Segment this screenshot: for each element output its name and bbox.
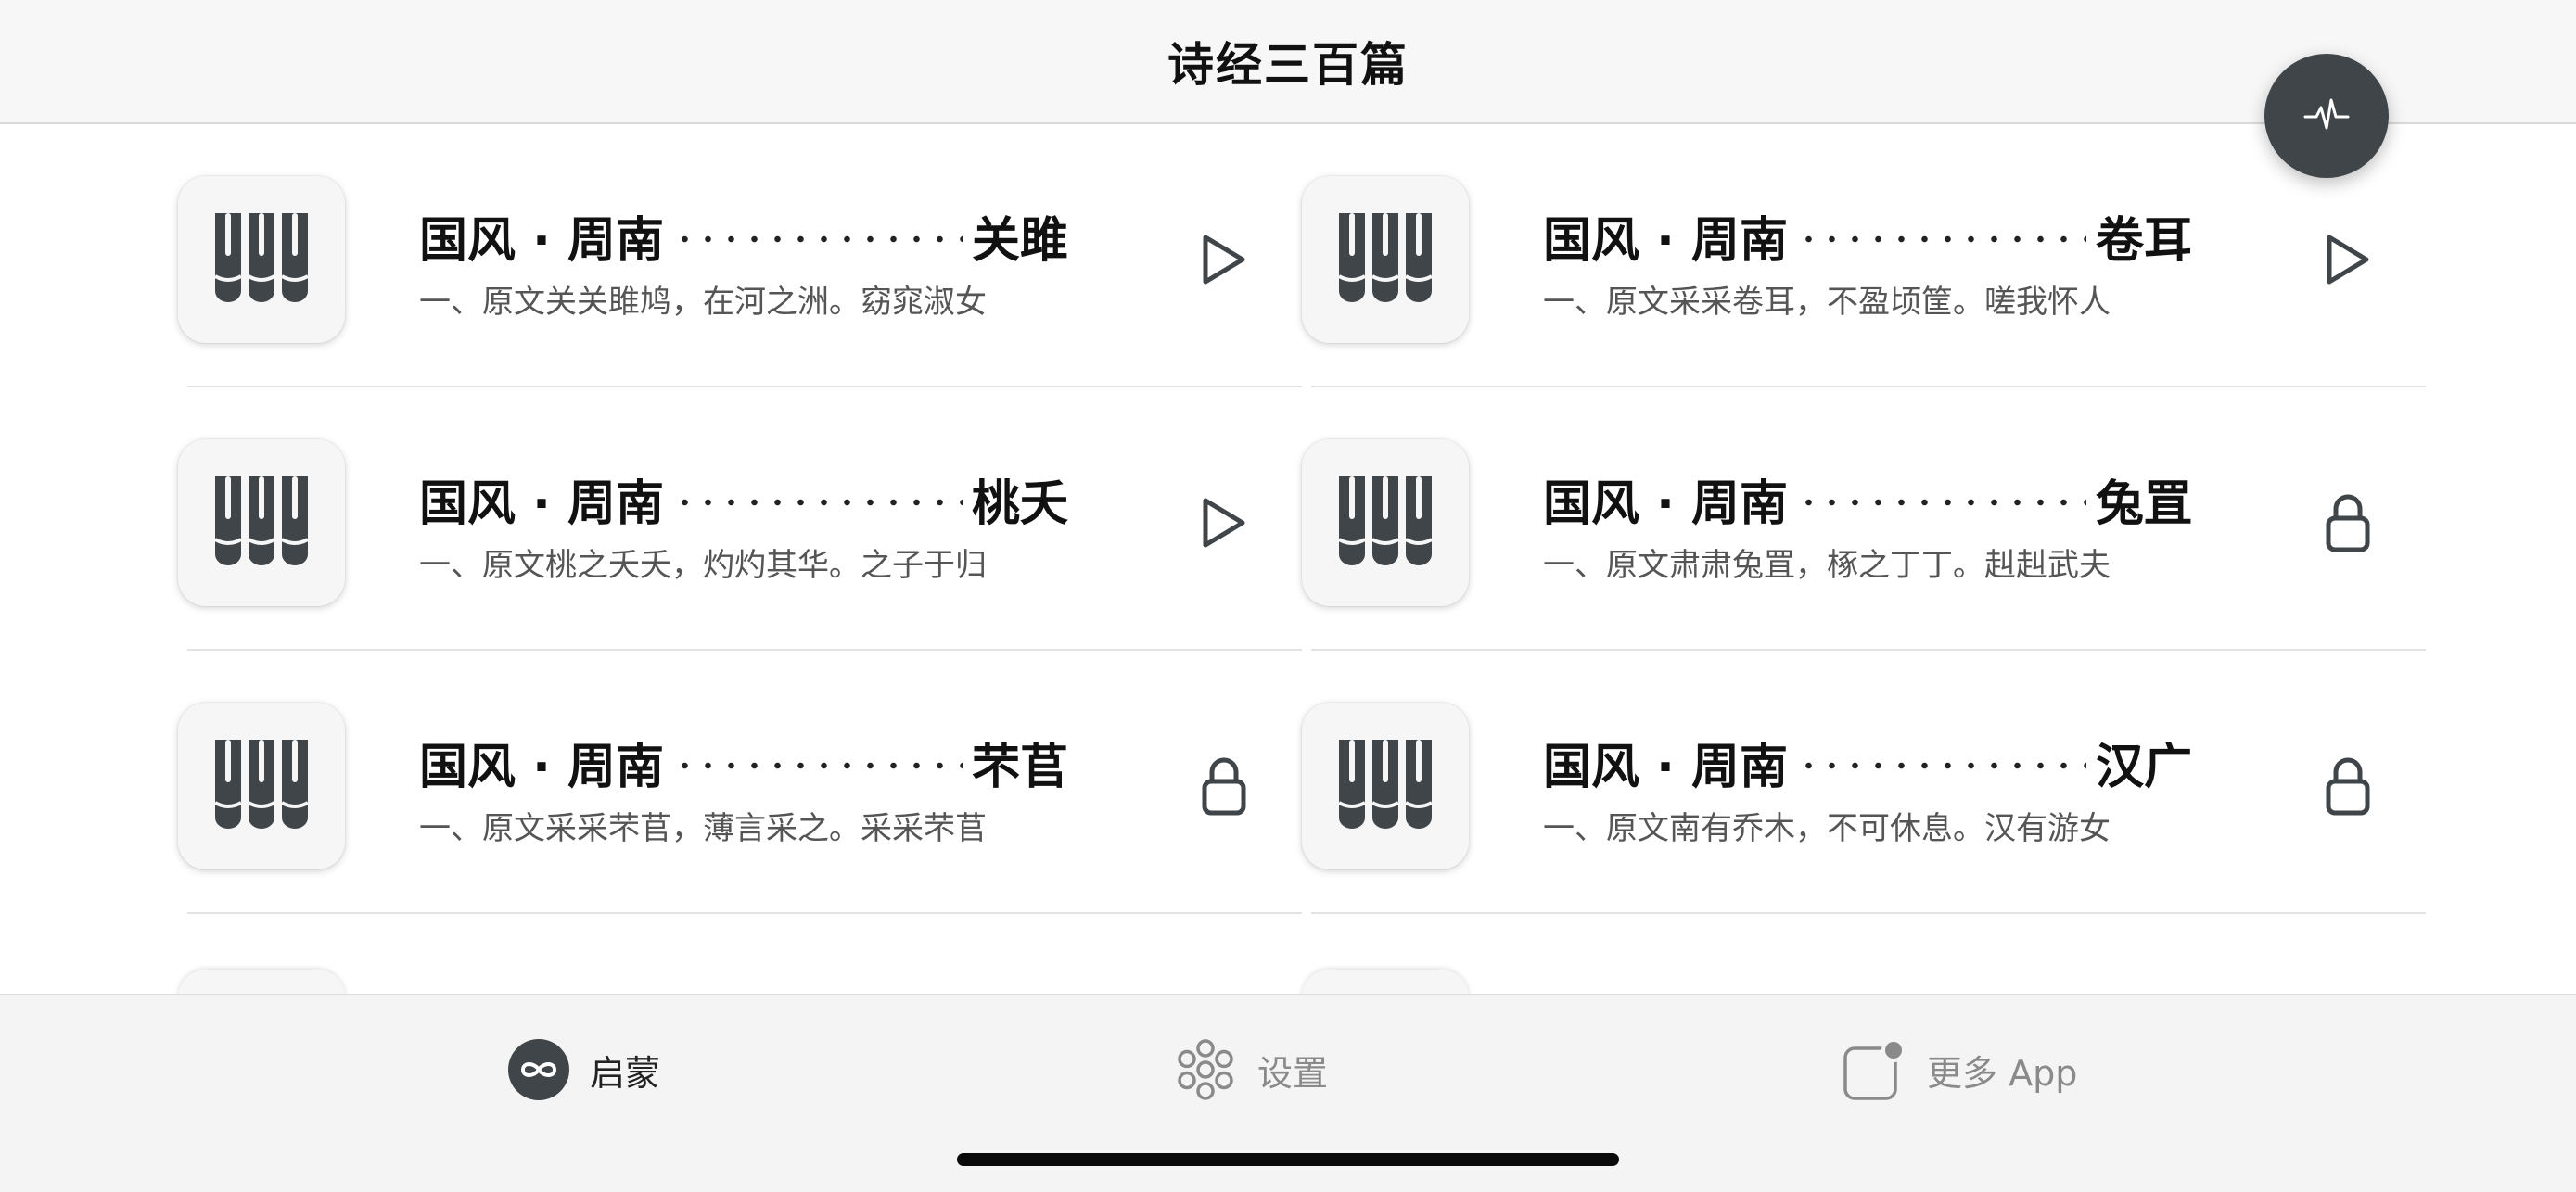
- dot-leader: [672, 762, 963, 769]
- locked-button[interactable]: [1187, 749, 1261, 823]
- book-thumbnail: [178, 176, 345, 343]
- dot-leader: [1796, 499, 2086, 506]
- poem-title: 国风 · 周南 汉广: [1543, 732, 2192, 795]
- tab-label: 更多 App: [1927, 1052, 2078, 1094]
- poem-excerpt: 一、原文南有乔木，不可休息。汉有游女: [1543, 810, 2111, 847]
- books-icon: [215, 740, 308, 829]
- tab-label: 设置: [1257, 1052, 1329, 1094]
- play-icon: [1203, 235, 1245, 285]
- book-thumbnail-partial[interactable]: [178, 970, 345, 994]
- flower-icon: [1178, 1039, 1233, 1100]
- tab-qimeng[interactable]: 启蒙: [508, 1033, 660, 1107]
- page-title: 诗经三百篇: [1167, 38, 1409, 92]
- list-item[interactable]: 国风 · 周南 芣苢 一、原文采采芣苢，薄言采之。采采芣苢: [178, 651, 1302, 914]
- book-thumbnail-partial[interactable]: [1302, 970, 1469, 994]
- poem-excerpt: 一、原文采采卷耳，不盈顷筐。嗟我怀人: [1543, 284, 2111, 321]
- poem-title: 国风 · 周南 卷耳: [1543, 206, 2192, 269]
- book-thumbnail: [1302, 176, 1469, 343]
- poem-title: 国风 · 周南 桃夭: [419, 469, 1068, 532]
- lock-icon: [1202, 757, 1246, 816]
- poem-name: 汉广: [2095, 739, 2192, 795]
- poem-category: 国风 · 周南: [419, 212, 664, 269]
- tab-more-apps[interactable]: 更多 App: [1842, 1033, 2077, 1107]
- dot-leader: [672, 499, 963, 506]
- books-icon: [215, 213, 308, 302]
- list-item[interactable]: 国风 · 周南 桃夭 一、原文桃之夭夭，灼灼其华。之子于归: [178, 387, 1302, 651]
- book-thumbnail: [178, 439, 345, 606]
- poem-title: 国风 · 周南 关雎: [419, 206, 1068, 269]
- dot-leader: [1796, 762, 2086, 769]
- dot-leader: [672, 235, 963, 243]
- locked-button[interactable]: [2311, 749, 2385, 823]
- play-icon: [2327, 235, 2369, 285]
- activity-button[interactable]: [2264, 54, 2389, 178]
- poem-excerpt: 一、原文关关雎鸠，在河之洲。窈窕淑女: [419, 284, 987, 321]
- list-item[interactable]: 国风 · 周南 兔罝 一、原文肃肃兔罝，椓之丁丁。赳赳武夫: [1302, 387, 2426, 651]
- poem-excerpt: 一、原文桃之夭夭，灼灼其华。之子于归: [419, 547, 987, 584]
- play-icon: [1203, 498, 1245, 548]
- list-item[interactable]: 国风 · 周南 关雎 一、原文关关雎鸠，在河之洲。窈窕淑女: [178, 124, 1302, 387]
- play-button[interactable]: [1187, 222, 1261, 297]
- pulse-icon: [2303, 98, 2350, 130]
- list-item[interactable]: 国风 · 周南 汉广 一、原文南有乔木，不可休息。汉有游女: [1302, 651, 2426, 914]
- poem-category: 国风 · 周南: [419, 476, 664, 532]
- poem-title: 国风 · 周南 芣苢: [419, 732, 1068, 795]
- poem-list[interactable]: 国风 · 周南 关雎 一、原文关关雎鸠，在河之洲。窈窕淑女 国风 · 周南 卷耳…: [0, 124, 2576, 994]
- poem-excerpt: 一、原文采采芣苢，薄言采之。采采芣苢: [419, 810, 987, 847]
- books-icon: [1339, 213, 1432, 302]
- poem-category: 国风 · 周南: [419, 739, 664, 795]
- poem-name: 芣苢: [971, 739, 1068, 795]
- nav-bar: 诗经三百篇: [0, 0, 2576, 124]
- books-icon: [1339, 740, 1432, 829]
- infinity-icon: [508, 1039, 569, 1100]
- book-thumbnail: [178, 703, 345, 869]
- play-button[interactable]: [1187, 486, 1261, 560]
- poem-excerpt: 一、原文肃肃兔罝，椓之丁丁。赳赳武夫: [1543, 547, 2111, 584]
- row-divider: [187, 912, 1302, 914]
- app-badge-icon: [1843, 1038, 1906, 1100]
- poem-name: 关雎: [971, 212, 1068, 269]
- lock-icon: [2326, 494, 2370, 552]
- poem-category: 国风 · 周南: [1543, 739, 1788, 795]
- poem-name: 卷耳: [2095, 212, 2192, 269]
- home-indicator[interactable]: [957, 1153, 1619, 1166]
- poem-name: 桃夭: [971, 476, 1068, 532]
- locked-button[interactable]: [2311, 486, 2385, 560]
- poem-name: 兔罝: [2095, 476, 2192, 532]
- poem-category: 国风 · 周南: [1543, 476, 1788, 532]
- play-button[interactable]: [2311, 222, 2385, 297]
- book-thumbnail: [1302, 439, 1469, 606]
- books-icon: [1339, 476, 1432, 565]
- tab-settings[interactable]: 设置: [1174, 1033, 1328, 1107]
- row-divider: [1311, 912, 2426, 914]
- tab-label: 启蒙: [590, 1052, 661, 1094]
- poem-category: 国风 · 周南: [1543, 212, 1788, 269]
- lock-icon: [2326, 757, 2370, 816]
- books-icon: [215, 476, 308, 565]
- book-thumbnail: [1302, 703, 1469, 869]
- list-item[interactable]: 国风 · 周南 卷耳 一、原文采采卷耳，不盈顷筐。嗟我怀人: [1302, 124, 2426, 387]
- poem-title: 国风 · 周南 兔罝: [1543, 469, 2192, 532]
- dot-leader: [1796, 235, 2086, 243]
